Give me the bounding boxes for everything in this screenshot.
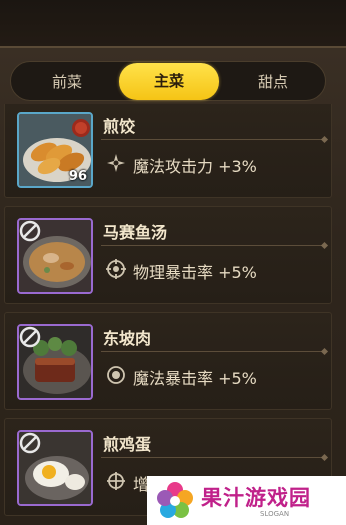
tab-main-course[interactable]: 主菜 <box>119 63 219 100</box>
dish-thumbnail: 96 <box>17 112 93 188</box>
dish-name: 煎饺 <box>103 117 136 136</box>
top-strip <box>0 0 346 46</box>
target-icon <box>107 366 125 384</box>
dish-thumbnail <box>17 218 93 294</box>
dish-name: 马赛鱼汤 <box>103 223 168 242</box>
divider <box>101 139 325 140</box>
dish-thumbnail <box>17 430 93 506</box>
sparkle-icon <box>107 154 125 172</box>
dish-name: 煎鸡蛋 <box>103 435 152 454</box>
item-count: 96 <box>68 169 87 184</box>
locked-icon <box>19 220 41 242</box>
buff-text: 物理暴击率 +5% <box>133 263 257 282</box>
tab-starter[interactable]: 前菜 <box>17 64 117 100</box>
dish-card-jianjiao[interactable]: 96 煎饺 魔法攻击力 +3% <box>4 104 332 198</box>
tab-dessert[interactable]: 甜点 <box>223 64 323 100</box>
flower-logo-icon <box>157 482 193 518</box>
dish-card-bouillabaisse[interactable]: 马赛鱼汤 物理暴击率 +5% <box>4 206 332 304</box>
crosshair-icon <box>106 259 126 279</box>
divider <box>101 245 325 246</box>
locked-icon <box>19 432 41 454</box>
divider <box>101 351 325 352</box>
watermark: 果汁游戏园 SLOGAN <box>147 476 346 525</box>
buff-text: 魔法攻击力 +3% <box>133 157 257 176</box>
divider <box>101 457 325 458</box>
dish-name: 东坡肉 <box>103 329 152 348</box>
crosshair-plus-icon <box>107 472 125 490</box>
locked-icon <box>19 326 41 348</box>
watermark-text: 果汁游戏园 <box>201 486 311 510</box>
dish-card-dongpo-pork[interactable]: 东坡肉 魔法暴击率 +5% <box>4 312 332 410</box>
buff-text: 魔法暴击率 +5% <box>133 369 257 388</box>
course-tabs: 前菜 主菜 甜点 <box>10 61 326 101</box>
dish-thumbnail <box>17 324 93 400</box>
watermark-slogan: SLOGAN <box>260 510 290 518</box>
dish-list[interactable]: 96 煎饺 魔法攻击力 +3% 马赛鱼汤 物理暴击率 +5% 东坡肉 魔法暴击率… <box>0 104 346 525</box>
